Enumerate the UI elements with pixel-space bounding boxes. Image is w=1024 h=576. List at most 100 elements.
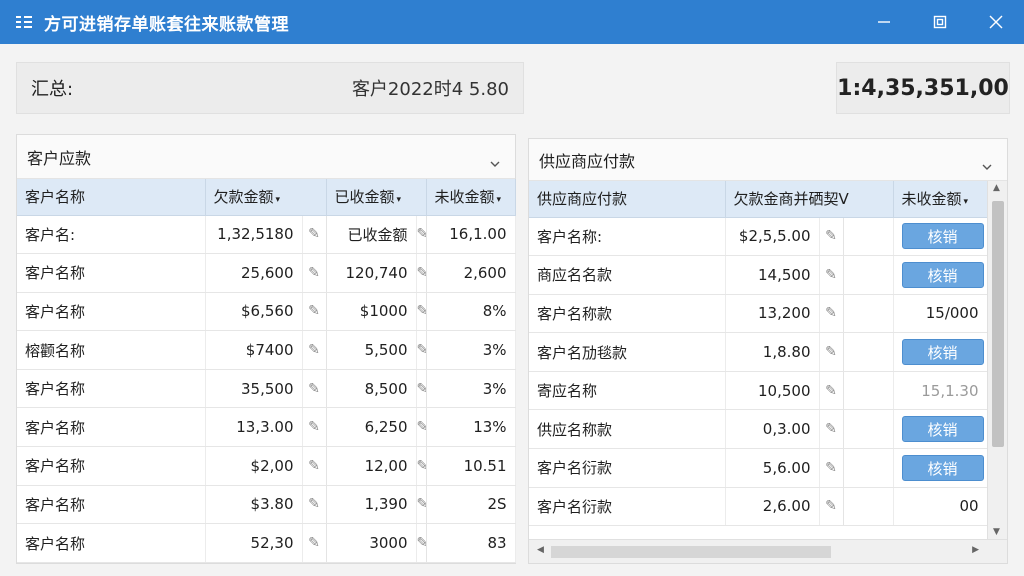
edit-icon[interactable]: ✎ bbox=[416, 407, 427, 448]
edit-icon[interactable]: ✎ bbox=[819, 332, 844, 372]
table-row[interactable]: 客户名衍款 5,6.00 ✎ 核销 bbox=[529, 448, 988, 488]
customer-name: 客户名称 bbox=[17, 407, 206, 448]
column-header-owed[interactable]: 欠款金额 ▾ bbox=[205, 179, 327, 216]
owed-amount: 35,500 bbox=[205, 369, 303, 409]
edit-icon[interactable]: ✎ bbox=[416, 330, 427, 370]
received-amount: 12,00 bbox=[326, 446, 417, 486]
received-amount: 8,500 bbox=[326, 369, 417, 409]
table-row[interactable]: 客户名称$2,00✎12,00✎10.51 bbox=[17, 446, 516, 486]
edit-icon[interactable]: ✎ bbox=[819, 371, 844, 411]
scroll-down-icon[interactable]: ▼ bbox=[993, 527, 1000, 537]
summary-total: 1:4,35,351,00 bbox=[836, 62, 1010, 114]
unreceived-amount: 2,600 bbox=[426, 253, 516, 293]
table-row[interactable]: 客户名称款 13,200 ✎ 15/000 bbox=[529, 294, 988, 334]
customer-name: 客户名称 bbox=[17, 485, 206, 525]
edit-icon[interactable]: ✎ bbox=[302, 292, 327, 332]
scroll-up-icon[interactable]: ▲ bbox=[993, 183, 1000, 193]
edit-icon[interactable]: ✎ bbox=[416, 215, 427, 255]
spacer-cell bbox=[843, 448, 894, 488]
table-row[interactable]: 客户名称35,500✎8,500✎3% bbox=[17, 369, 516, 409]
table-row[interactable]: 客户名劢毯款 1,8.80 ✎ 核销 bbox=[529, 332, 988, 372]
owed-amount: 25,600 bbox=[205, 253, 303, 293]
customer-name: 客户名: bbox=[17, 215, 206, 255]
writeoff-button[interactable]: 核销 bbox=[901, 454, 984, 481]
status-cell: 核销 bbox=[893, 409, 988, 450]
edit-icon[interactable]: ✎ bbox=[302, 330, 327, 370]
close-button[interactable] bbox=[968, 0, 1024, 44]
column-header-unreceived[interactable]: 未收金额 ▾ bbox=[426, 179, 516, 216]
table-row[interactable]: 供应名称款 0,3.00 ✎ 核销 bbox=[529, 409, 988, 450]
edit-icon[interactable]: ✎ bbox=[819, 448, 844, 488]
column-header-supplier[interactable]: 供应商应付款 bbox=[529, 181, 726, 218]
table-row[interactable]: 客户名称$6,560✎$1000✎8% bbox=[17, 292, 516, 332]
column-header-owed[interactable]: 欠款金商并硒契V bbox=[725, 181, 894, 218]
table-row[interactable]: 榕颧名称$7400✎5,500✎3% bbox=[17, 330, 516, 370]
scroll-thumb[interactable] bbox=[992, 201, 1004, 447]
edit-icon[interactable]: ✎ bbox=[416, 292, 427, 332]
edit-icon[interactable]: ✎ bbox=[302, 523, 327, 563]
edit-icon[interactable]: ✎ bbox=[302, 253, 327, 293]
edit-icon[interactable]: ✎ bbox=[302, 369, 327, 409]
unreceived-amount: 15/000 bbox=[925, 304, 979, 323]
edit-icon[interactable]: ✎ bbox=[302, 215, 327, 255]
spacer-cell bbox=[843, 255, 894, 295]
writeoff-button[interactable]: 核销 bbox=[901, 223, 984, 250]
edit-icon[interactable]: ✎ bbox=[819, 255, 844, 295]
horizontal-scrollbar[interactable]: ◀ ▶ bbox=[529, 539, 1007, 563]
table-row[interactable]: 客户名衍款 2,6.00 ✎ 00 bbox=[529, 487, 988, 527]
summary-value: 客户2022时4 5.80 bbox=[351, 79, 509, 100]
scroll-thumb[interactable] bbox=[551, 546, 831, 558]
table-row[interactable]: 客户名称$3.80✎1,390✎2S bbox=[17, 485, 516, 525]
edit-icon[interactable]: ✎ bbox=[416, 253, 427, 293]
edit-icon[interactable]: ✎ bbox=[819, 487, 844, 527]
spacer-cell bbox=[843, 294, 894, 334]
edit-icon[interactable]: ✎ bbox=[416, 523, 427, 563]
table-row[interactable]: 客户名:1,32,5180✎已收金额✎16,1.00 bbox=[17, 215, 516, 255]
supplier-name: 客户名衍款 bbox=[529, 448, 726, 488]
table-row[interactable]: 寄应名称 10,500 ✎ 15,1.30 bbox=[529, 371, 988, 411]
column-header-customer[interactable]: 客户名称 bbox=[17, 179, 206, 216]
status-cell: 核销 bbox=[893, 255, 988, 295]
writeoff-button[interactable]: 核销 bbox=[901, 339, 984, 366]
edit-icon[interactable]: ✎ bbox=[819, 409, 844, 450]
maximize-button[interactable] bbox=[912, 0, 968, 44]
unreceived-amount: 13% bbox=[426, 407, 516, 448]
writeoff-button[interactable]: 核销 bbox=[901, 416, 984, 443]
receivables-header[interactable]: 客户应款 bbox=[17, 135, 515, 179]
table-row[interactable]: 客户名称52,30✎3000✎83 bbox=[17, 523, 516, 563]
maximize-icon bbox=[933, 15, 947, 29]
payables-title: 供应商应付款 bbox=[539, 151, 636, 171]
edit-icon[interactable]: ✎ bbox=[416, 369, 427, 409]
column-header-unreceived[interactable]: 未收金额 ▾ bbox=[893, 181, 988, 218]
edit-icon[interactable]: ✎ bbox=[416, 485, 427, 525]
edit-icon[interactable]: ✎ bbox=[302, 446, 327, 486]
supplier-name: 供应名称款 bbox=[529, 409, 726, 450]
edit-icon[interactable]: ✎ bbox=[819, 217, 844, 257]
status-cell: 15,1.30 bbox=[893, 371, 988, 411]
column-header-received[interactable]: 已收金额 ▾ bbox=[326, 179, 427, 216]
scroll-left-icon[interactable]: ◀ bbox=[537, 545, 544, 555]
edit-icon[interactable]: ✎ bbox=[302, 485, 327, 525]
edit-icon[interactable]: ✎ bbox=[819, 294, 844, 334]
chevron-down-icon[interactable] bbox=[489, 153, 501, 167]
status-cell: 15/000 bbox=[893, 294, 988, 334]
payables-header[interactable]: 供应商应付款 bbox=[529, 139, 1007, 181]
edit-icon[interactable]: ✎ bbox=[302, 407, 327, 448]
table-row[interactable]: 商应名名款 14,500 ✎ 核销 bbox=[529, 255, 988, 295]
owed-amount: $2,5,5.00 bbox=[725, 217, 820, 257]
table-row[interactable]: 客户名称13,3.00✎6,250✎13% bbox=[17, 407, 516, 448]
minimize-button[interactable] bbox=[856, 0, 912, 44]
owed-amount: $7400 bbox=[205, 330, 303, 370]
received-amount: 1,390 bbox=[326, 485, 417, 525]
table-row[interactable]: 客户名称25,600✎120,740✎2,600 bbox=[17, 253, 516, 293]
spacer-cell bbox=[843, 371, 894, 411]
vertical-scrollbar[interactable]: ▲ ▼ bbox=[987, 181, 1007, 539]
chevron-down-icon[interactable] bbox=[981, 156, 993, 170]
customer-name: 客户名称 bbox=[17, 253, 206, 293]
app-menu-icon[interactable] bbox=[16, 15, 32, 29]
received-amount: 120,740 bbox=[326, 253, 417, 293]
table-row[interactable]: 客户名称: $2,5,5.00 ✎ 核销 bbox=[529, 217, 988, 257]
writeoff-button[interactable]: 核销 bbox=[901, 261, 984, 288]
edit-icon[interactable]: ✎ bbox=[416, 446, 427, 486]
scroll-right-icon[interactable]: ▶ bbox=[972, 545, 979, 555]
